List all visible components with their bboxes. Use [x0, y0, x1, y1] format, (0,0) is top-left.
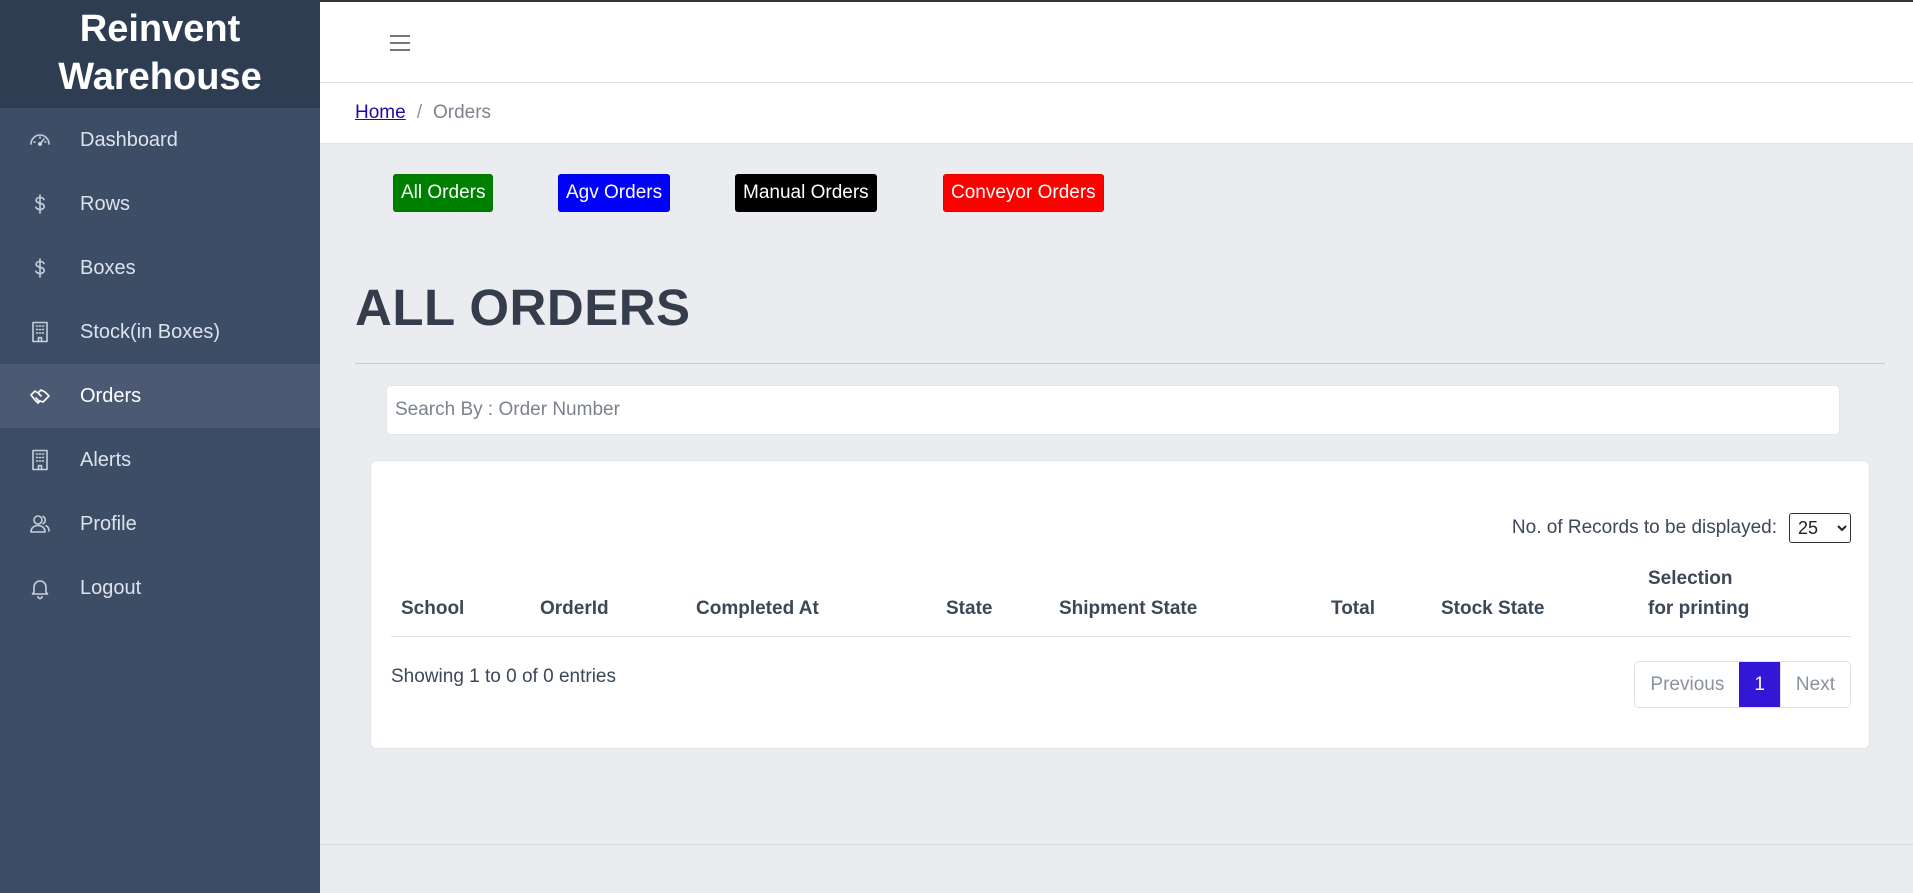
sidebar-item-label: Rows [80, 192, 131, 215]
sidebar-item-logout[interactable]: Logout [0, 556, 320, 620]
column-header-school[interactable]: School [401, 594, 464, 624]
sidebar: Reinvent Warehouse Dashboard Rows Boxes … [0, 0, 320, 893]
breadcrumb-current: Orders [432, 102, 492, 123]
brand-logo[interactable]: Reinvent Warehouse [0, 0, 320, 108]
orders-table-card: No. of Records to be displayed: 25 Schoo… [370, 460, 1870, 749]
previous-page-button[interactable]: Previous [1635, 662, 1740, 707]
sidebar-item-stock[interactable]: Stock(in Boxes) [0, 300, 320, 364]
dollar-icon [28, 192, 52, 216]
column-header-selection-for-printing[interactable]: Selection for printing [1648, 564, 1749, 624]
sidebar-item-boxes[interactable]: Boxes [0, 236, 320, 300]
breadcrumb-home-link[interactable]: Home [355, 102, 406, 124]
building-icon [28, 320, 52, 344]
sidebar-item-orders[interactable]: Orders [0, 364, 320, 428]
page-1-button[interactable]: 1 [1739, 662, 1780, 707]
sidebar-item-profile[interactable]: Profile [0, 492, 320, 556]
column-header-stock-state[interactable]: Stock State [1441, 594, 1544, 624]
handshake-icon [28, 384, 52, 408]
agv-orders-button[interactable]: Agv Orders [558, 174, 671, 212]
column-header-shipment-state[interactable]: Shipment State [1059, 594, 1197, 624]
top-navbar [320, 0, 1913, 83]
speedometer-icon [28, 128, 52, 152]
users-icon [28, 512, 52, 536]
sidebar-item-label: Boxes [80, 256, 136, 279]
all-orders-button[interactable]: All Orders [393, 174, 494, 212]
column-header-orderid[interactable]: OrderId [540, 594, 609, 624]
sidebar-item-dashboard[interactable]: Dashboard [0, 108, 320, 172]
table-header: School OrderId Completed At State Shipme… [391, 568, 1851, 637]
sidebar-item-alerts[interactable]: Alerts [0, 428, 320, 492]
hamburger-icon[interactable] [390, 35, 410, 56]
dollar-icon [28, 256, 52, 280]
building-icon [28, 448, 52, 472]
sidebar-item-label: Profile [80, 512, 137, 535]
conveyor-orders-button[interactable]: Conveyor Orders [943, 174, 1104, 212]
breadcrumb: Home / Orders [320, 83, 1913, 144]
records-per-page-select[interactable]: 25 [1789, 513, 1851, 543]
records-per-page: No. of Records to be displayed: 25 [1512, 513, 1851, 543]
column-header-total[interactable]: Total [1331, 594, 1375, 624]
pagination: Previous 1 Next [1634, 661, 1851, 708]
title-divider [355, 363, 1885, 364]
column-header-state[interactable]: State [946, 594, 992, 624]
sidebar-item-label: Orders [80, 384, 142, 407]
sidebar-nav: Dashboard Rows Boxes Stock(in Boxes) Ord… [0, 108, 320, 620]
manual-orders-button[interactable]: Manual Orders [735, 174, 877, 212]
sidebar-item-label: Dashboard [80, 128, 178, 151]
sidebar-item-label: Alerts [80, 448, 132, 471]
sidebar-item-label: Stock(in Boxes) [80, 320, 221, 343]
footer-divider [320, 844, 1913, 845]
sidebar-item-rows[interactable]: Rows [0, 172, 320, 236]
table-info: Showing 1 to 0 of 0 entries [391, 666, 616, 687]
column-header-completed-at[interactable]: Completed At [696, 594, 819, 624]
search-input[interactable] [386, 385, 1840, 435]
records-label: No. of Records to be displayed: [1511, 517, 1777, 538]
breadcrumb-separator: / [416, 102, 422, 123]
page-title: ALL ORDERS [355, 279, 691, 336]
next-page-button[interactable]: Next [1779, 662, 1850, 707]
sidebar-item-label: Logout [80, 576, 142, 599]
bell-icon [28, 576, 52, 600]
